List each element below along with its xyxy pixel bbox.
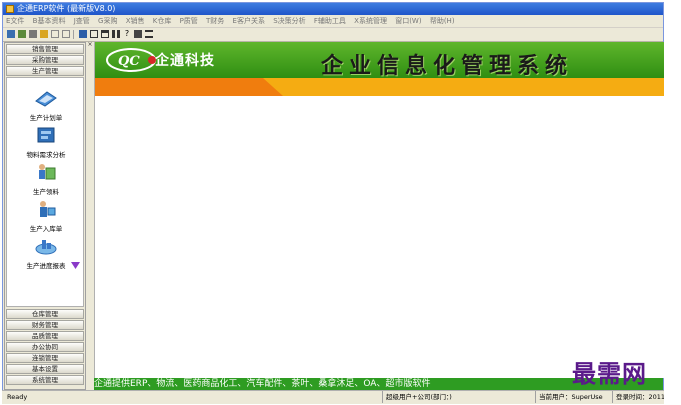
scroll-down-icon[interactable] [71, 262, 80, 269]
tool-icon[interactable] [18, 30, 26, 38]
menu-tools[interactable]: F辅助工具 [314, 15, 346, 27]
nav-group-finance[interactable]: 财务管理 [6, 320, 84, 330]
status-current-user: 当前用户：SuperUser [535, 391, 603, 403]
ticker-text: 企通提供ERP、物流、医药商品化工、汽车配件、茶叶、桑拿沐足、OA、超市版软件 [94, 379, 431, 389]
material-analysis-icon [37, 127, 55, 143]
menu-warehouse[interactable]: K仓库 [153, 15, 172, 27]
nav-item-label: 生产领料 [33, 188, 59, 196]
tool-icon[interactable] [62, 30, 70, 38]
nav-item-production-inbound[interactable]: 生产入库单 [7, 199, 85, 233]
banner-accent [95, 78, 283, 96]
status-bar: Ready 超级用户+公司(部门：) 当前用户：SuperUser 登录时间：2… [2, 390, 664, 404]
menu-system[interactable]: X系统管理 [354, 15, 387, 27]
progress-report-icon [35, 240, 57, 255]
toolbar-separator [73, 30, 74, 39]
nav-item-label: 生产计划单 [29, 114, 63, 122]
nav-item-material-requisition[interactable]: 生产领料 [7, 162, 85, 196]
nav-group-warehouse[interactable]: 仓库管理 [6, 309, 84, 319]
status-user-company: 超级用户+公司(部门：) [382, 391, 526, 403]
app-icon [6, 5, 14, 13]
exit-icon[interactable] [145, 30, 153, 38]
grid-icon[interactable] [134, 30, 142, 38]
help-icon[interactable]: ? [123, 30, 131, 38]
nav-group-chain[interactable]: 连锁管理 [6, 353, 84, 363]
window-title: 企通ERP软件 (最新版V8.0) [17, 4, 116, 13]
menu-file[interactable]: E文件 [6, 15, 24, 27]
status-login-time: 登录时间：2011- [612, 391, 664, 403]
company-name: 企通科技 [155, 53, 215, 69]
system-title: 企业信息化管理系统 [321, 53, 574, 79]
tile-icon[interactable] [112, 30, 120, 38]
tool-icon[interactable] [51, 30, 59, 38]
tool-icon[interactable] [29, 30, 37, 38]
menu-basic-data[interactable]: B基本资料 [33, 15, 66, 27]
menu-window[interactable]: 窗口(W) [395, 15, 421, 27]
toolbar: ? [3, 28, 663, 42]
nav-item-label: 生产入库单 [29, 225, 63, 233]
nav-group-office[interactable]: 办公协同 [6, 342, 84, 352]
main-content: QC 企通科技 企业信息化管理系统 [94, 42, 664, 378]
menu-decision[interactable]: S决策分析 [273, 15, 305, 27]
banner: QC 企通科技 企业信息化管理系统 [95, 42, 664, 79]
watermark: 最需网 [572, 359, 647, 388]
production-inbound-icon [40, 201, 56, 217]
production-panel: 生产计划单 物料需求分析 生产领料 生产入库单 生产进度报表 [6, 77, 84, 307]
status-ready: Ready [7, 393, 28, 401]
menu-quality[interactable]: P质管 [180, 15, 198, 27]
production-plan-icon [35, 91, 57, 107]
window-icon[interactable] [90, 30, 98, 38]
close-icon[interactable]: × [87, 42, 93, 48]
menu-finance[interactable]: T财务 [206, 15, 224, 27]
nav-group-quality[interactable]: 品质管理 [6, 331, 84, 341]
menu-query[interactable]: J查管 [74, 15, 90, 27]
nav-group-purchase[interactable]: 采购管理 [6, 55, 84, 65]
tool-icon[interactable] [7, 30, 15, 38]
nav-item-material-analysis[interactable]: 物料需求分析 [7, 125, 85, 159]
menu-crm[interactable]: E客户关系 [233, 15, 265, 27]
nav-group-settings[interactable]: 基本设置 [6, 364, 84, 374]
navigation-sidebar: 销售管理 采购管理 生产管理 生产计划单 物料需求分析 生产领料 生产入库单 生… [4, 42, 86, 390]
splitter[interactable]: × [87, 42, 93, 390]
menu-help[interactable]: 帮助(H) [430, 15, 455, 27]
nav-item-label: 物料需求分析 [26, 151, 66, 159]
menu-purchase[interactable]: G采购 [98, 15, 117, 27]
tool-icon[interactable] [40, 30, 48, 38]
tool-icon[interactable] [79, 30, 87, 38]
nav-group-production[interactable]: 生产管理 [6, 66, 84, 76]
menu-sales[interactable]: X销售 [126, 15, 145, 27]
window-icon[interactable] [101, 30, 109, 38]
material-requisition-icon [39, 164, 56, 180]
nav-item-production-plan[interactable]: 生产计划单 [7, 88, 85, 122]
nav-group-system[interactable]: 系统管理 [6, 375, 84, 385]
menu-bar: E文件 B基本资料 J查管 G采购 X销售 K仓库 P质管 T财务 E客户关系 … [3, 15, 663, 28]
title-bar: 企通ERP软件 (最新版V8.0) [3, 3, 663, 15]
svg-text:QC: QC [118, 54, 140, 69]
nav-group-sales[interactable]: 销售管理 [6, 44, 84, 54]
